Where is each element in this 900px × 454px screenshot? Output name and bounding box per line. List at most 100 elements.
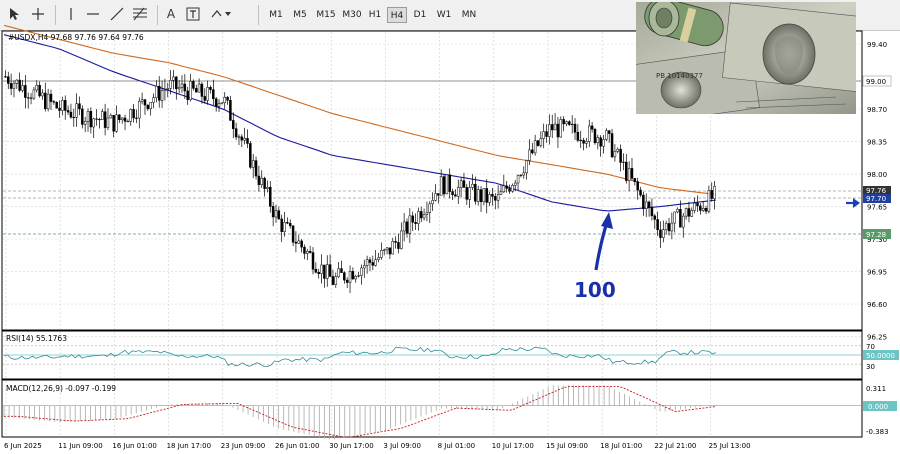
candle-body bbox=[226, 96, 229, 101]
candle-body bbox=[109, 114, 113, 119]
rsi-level-30: 30 bbox=[866, 363, 875, 371]
candle-body bbox=[363, 265, 366, 269]
level-9728-text: 97.28 bbox=[866, 231, 886, 239]
candle-body bbox=[12, 83, 16, 89]
rsi-level-70: 70 bbox=[866, 343, 875, 351]
candle-body bbox=[596, 137, 600, 144]
candle-body bbox=[525, 160, 528, 174]
candle-body bbox=[630, 168, 634, 179]
candle-body bbox=[66, 110, 70, 113]
candle-body bbox=[662, 229, 665, 238]
candle-body bbox=[317, 272, 320, 274]
candle-body bbox=[468, 187, 471, 200]
candle-body bbox=[605, 130, 608, 140]
candle-body bbox=[437, 193, 440, 196]
candle-body bbox=[55, 101, 58, 109]
candle-body bbox=[579, 139, 582, 141]
candle-body bbox=[516, 175, 520, 184]
candle-body bbox=[197, 83, 201, 93]
candle-body bbox=[280, 218, 283, 232]
candle-body bbox=[673, 211, 676, 224]
candle-body bbox=[576, 132, 580, 141]
rsi-header: RSI(14) 55.1763 bbox=[6, 334, 67, 343]
candle-body bbox=[155, 85, 158, 98]
candle-body bbox=[511, 185, 514, 192]
candle-body bbox=[360, 267, 363, 276]
candle-body bbox=[519, 174, 523, 176]
candle-body bbox=[485, 188, 488, 203]
candle-body bbox=[75, 103, 78, 118]
candle-body bbox=[206, 87, 209, 101]
candle-body bbox=[180, 83, 184, 88]
candle-body bbox=[274, 210, 278, 218]
candle-body bbox=[647, 201, 651, 208]
candle-body bbox=[326, 264, 329, 279]
macd-value-text: 0.000 bbox=[868, 403, 888, 411]
candle-body bbox=[343, 272, 346, 281]
candle-body bbox=[508, 188, 511, 192]
time-label: 16 Jun 01:00 bbox=[112, 442, 156, 450]
candle-body bbox=[29, 97, 33, 99]
candle-body bbox=[402, 221, 406, 232]
candle-body bbox=[400, 230, 403, 249]
candle-body bbox=[214, 98, 218, 107]
candle-body bbox=[294, 241, 298, 244]
candle-body bbox=[465, 187, 469, 200]
candle-body bbox=[607, 130, 611, 134]
candle-body bbox=[160, 90, 164, 101]
candle-body bbox=[505, 185, 508, 189]
price-label: 97.65 bbox=[867, 204, 887, 212]
candle-body bbox=[653, 215, 657, 220]
dollar-bills-photo: PB 10140377 bbox=[636, 2, 856, 114]
candle-body bbox=[169, 80, 172, 89]
candle-body bbox=[126, 121, 130, 123]
candle-body bbox=[704, 208, 708, 212]
candle-body bbox=[494, 196, 497, 201]
candle-body bbox=[710, 190, 713, 199]
candle-body bbox=[582, 139, 585, 144]
candle-body bbox=[482, 188, 486, 203]
candle-body bbox=[192, 81, 195, 89]
candle-body bbox=[203, 96, 207, 101]
candle-body bbox=[667, 223, 671, 232]
candle-body bbox=[659, 229, 662, 238]
candle-body bbox=[451, 191, 454, 195]
candle-body bbox=[690, 210, 694, 217]
candle-body bbox=[308, 251, 312, 253]
candle-body bbox=[531, 149, 534, 154]
level-99-text: 99.00 bbox=[866, 78, 886, 86]
candle-body bbox=[303, 246, 306, 254]
candle-body bbox=[115, 114, 118, 132]
candle-body bbox=[627, 168, 631, 181]
candle-body bbox=[371, 262, 375, 266]
candle-body bbox=[365, 259, 369, 266]
candle-body bbox=[419, 211, 423, 219]
candle-body bbox=[269, 187, 272, 207]
candle-body bbox=[260, 177, 263, 185]
candle-body bbox=[320, 264, 323, 274]
price-label: 98.35 bbox=[867, 139, 887, 147]
candle-body bbox=[639, 189, 642, 196]
time-label: 18 Jun 17:00 bbox=[167, 442, 211, 450]
candle-body bbox=[462, 180, 466, 188]
candle-body bbox=[175, 76, 178, 90]
candle-body bbox=[138, 100, 141, 119]
macd-top-label: 0.311 bbox=[866, 385, 886, 393]
candle-body bbox=[354, 276, 357, 280]
candle-body bbox=[442, 176, 446, 195]
candle-body bbox=[405, 221, 409, 234]
candle-body bbox=[457, 187, 460, 197]
candle-body bbox=[391, 241, 394, 255]
candle-body bbox=[522, 172, 526, 176]
candle-body bbox=[234, 128, 238, 138]
candle-body bbox=[95, 118, 98, 120]
candle-body bbox=[334, 276, 338, 285]
candle-body bbox=[528, 149, 531, 161]
candle-body bbox=[687, 208, 691, 217]
current-price-text: 97.76 bbox=[866, 187, 887, 195]
candle-body bbox=[311, 252, 315, 270]
candle-body bbox=[103, 111, 107, 128]
candle-body bbox=[112, 114, 115, 132]
candle-body bbox=[713, 186, 716, 199]
time-label: 8 Jul 01:00 bbox=[438, 442, 476, 450]
